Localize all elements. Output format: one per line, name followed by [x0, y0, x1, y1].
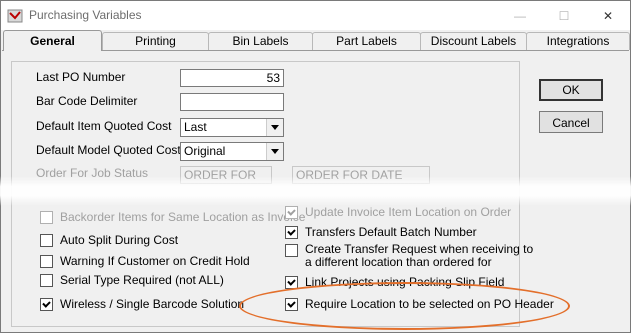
- close-button[interactable]: ✕: [586, 1, 630, 30]
- checkbox-label: Backorder Items for Same Location as Inv…: [60, 210, 306, 224]
- title-bar: Purchasing Variables — ☐ ✕: [1, 1, 630, 30]
- serial-type-required-checkbox[interactable]: Serial Type Required (not ALL): [40, 273, 224, 287]
- bar-code-delimiter-label: Bar Code Delimiter: [36, 94, 138, 108]
- tab-bin-labels[interactable]: Bin Labels: [208, 32, 313, 50]
- checkbox-box: [40, 274, 53, 287]
- minimize-button[interactable]: —: [498, 1, 542, 30]
- close-icon: ✕: [602, 8, 614, 23]
- model-quoted-cost-value: Original: [184, 144, 226, 158]
- checkbox-label: Auto Split During Cost: [60, 233, 179, 247]
- tab-label: Part Labels: [336, 34, 397, 48]
- checkbox-label: Transfers Default Batch Number: [305, 225, 477, 239]
- purchasing-app-icon: [7, 9, 23, 23]
- checkbox-label: Create Transfer Request when receiving t…: [305, 243, 533, 269]
- tab-label: Printing: [135, 34, 176, 48]
- item-quoted-cost-label: Default Item Quoted Cost: [36, 119, 172, 133]
- item-quoted-cost-select[interactable]: Last: [180, 118, 284, 137]
- chevron-down-icon[interactable]: [266, 143, 283, 160]
- checkbox-label: Serial Type Required (not ALL): [60, 273, 224, 287]
- last-po-number-field[interactable]: 53: [180, 69, 284, 87]
- chevron-down-icon[interactable]: [266, 119, 283, 136]
- checkbox-label-line1: Create Transfer Request when receiving t…: [305, 242, 534, 256]
- update-invoice-location-checkbox[interactable]: Update Invoice Item Location on Order: [285, 205, 511, 219]
- create-transfer-request-checkbox[interactable]: Create Transfer Request when receiving t…: [285, 243, 533, 269]
- cancel-button[interactable]: Cancel: [539, 111, 603, 133]
- checkbox-box: [40, 211, 53, 224]
- tab-label: Bin Labels: [232, 34, 289, 48]
- highlight-ellipse: [239, 282, 570, 330]
- window-title: Purchasing Variables: [29, 8, 142, 22]
- transfers-batch-number-checkbox[interactable]: Transfers Default Batch Number: [285, 225, 477, 239]
- tab-discount-labels[interactable]: Discount Labels: [420, 32, 527, 50]
- checkbox-box: [285, 226, 298, 239]
- wireless-barcode-checkbox[interactable]: Wireless / Single Barcode Solution: [40, 297, 244, 311]
- tab-general[interactable]: General: [3, 30, 102, 51]
- credit-hold-warning-checkbox[interactable]: Warning If Customer on Credit Hold: [40, 254, 250, 268]
- maximize-button[interactable]: ☐: [542, 1, 586, 30]
- tab-strip: General Printing Bin Labels Part Labels …: [1, 30, 630, 51]
- tab-printing[interactable]: Printing: [102, 32, 209, 50]
- purchasing-variables-window: Purchasing Variables — ☐ ✕ General Print…: [0, 0, 631, 333]
- checkbox-label: Update Invoice Item Location on Order: [305, 205, 512, 219]
- tab-label: Discount Labels: [430, 34, 517, 48]
- auto-split-checkbox[interactable]: Auto Split During Cost: [40, 233, 178, 247]
- checkbox-box: [285, 244, 298, 257]
- ok-button[interactable]: OK: [539, 79, 603, 101]
- minimize-icon: —: [514, 8, 526, 23]
- model-quoted-cost-label: Default Model Quoted Cost: [36, 143, 181, 157]
- item-quoted-cost-value: Last: [184, 120, 207, 134]
- tab-label: Integrations: [546, 34, 610, 48]
- tab-label: General: [30, 34, 75, 48]
- last-po-number-label: Last PO Number: [36, 70, 126, 84]
- model-quoted-cost-select[interactable]: Original: [180, 142, 284, 161]
- blur-band: [0, 176, 631, 206]
- checkbox-label: Wireless / Single Barcode Solution: [60, 297, 245, 311]
- checkbox-box: [40, 255, 53, 268]
- checkbox-box: [285, 206, 298, 219]
- checkbox-label-line2: a different location than ordered for: [305, 255, 492, 269]
- maximize-icon: ☐: [558, 8, 570, 23]
- backorder-same-location-checkbox[interactable]: Backorder Items for Same Location as Inv…: [40, 210, 305, 224]
- tab-part-labels[interactable]: Part Labels: [312, 32, 421, 50]
- bar-code-delimiter-field[interactable]: [180, 93, 284, 111]
- tab-integrations[interactable]: Integrations: [526, 32, 630, 50]
- checkbox-box: [40, 298, 53, 311]
- checkbox-box: [40, 234, 53, 247]
- checkbox-label: Warning If Customer on Credit Hold: [60, 254, 250, 268]
